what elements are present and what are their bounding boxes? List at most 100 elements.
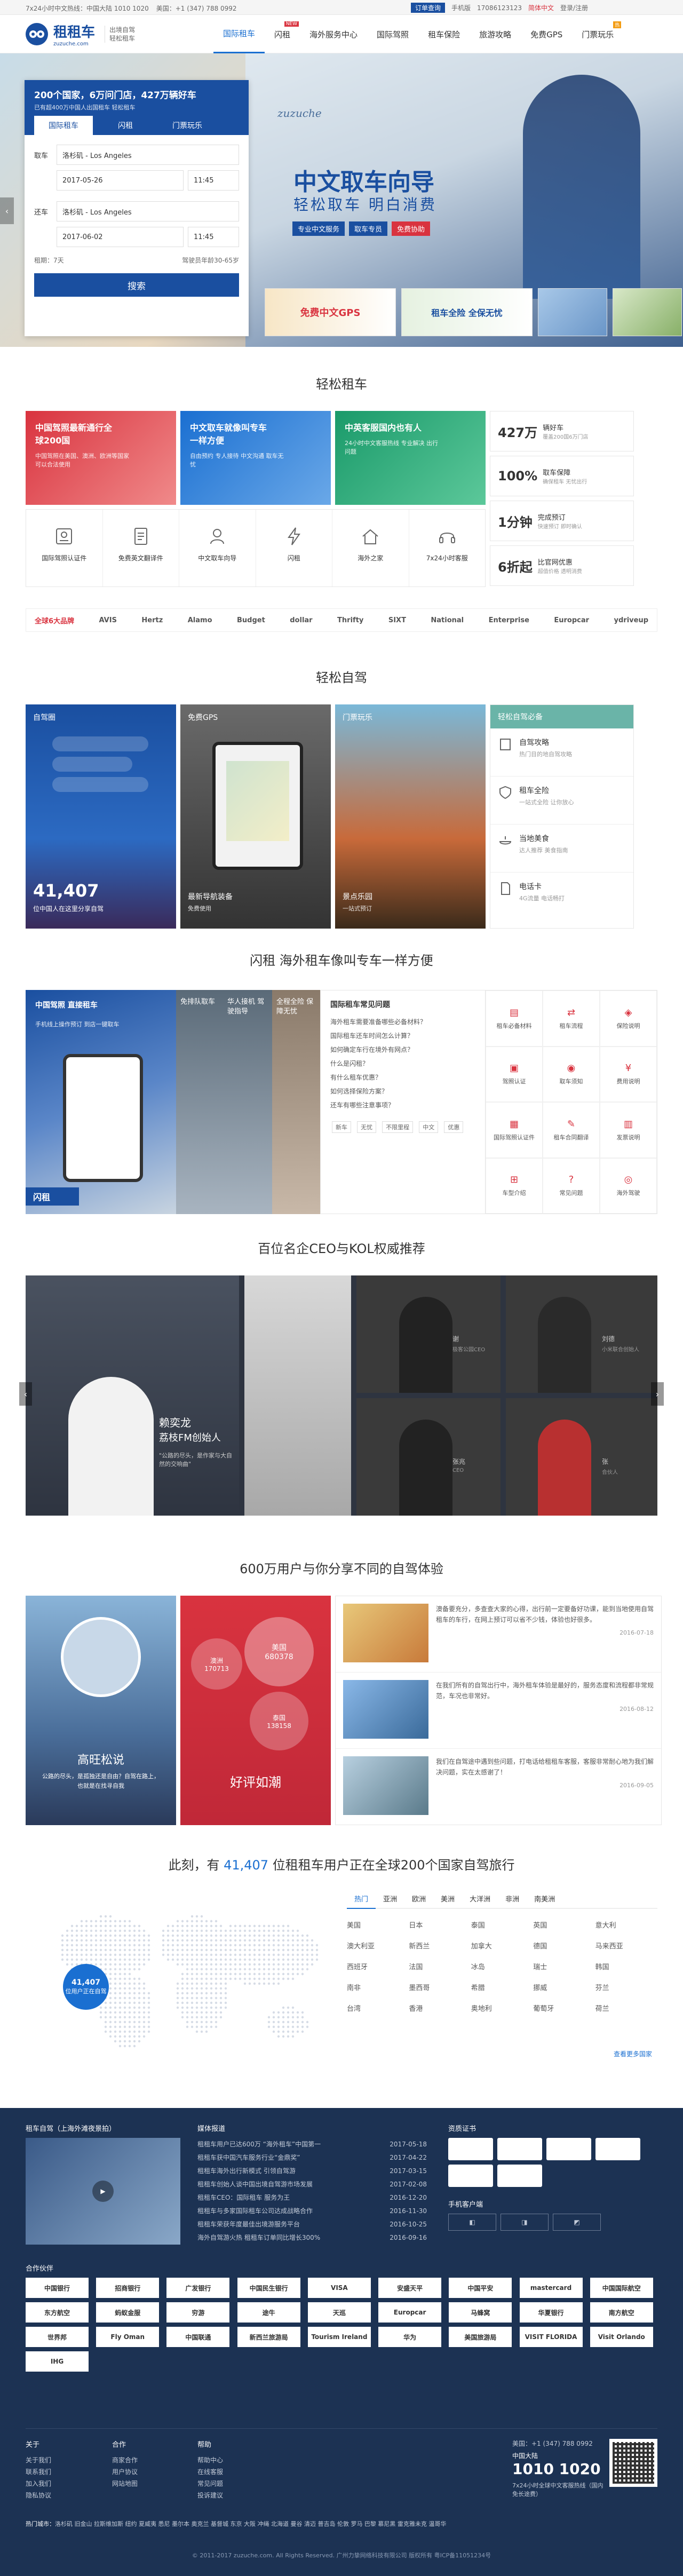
partner-logo[interactable]: Europcar <box>378 2302 442 2323</box>
return-location-input[interactable]: 洛杉矶 - Los Angeles <box>57 201 239 221</box>
country-link[interactable]: 台湾 <box>347 2003 409 2013</box>
grid-intl-license[interactable]: ▦ 国际驾照认证件 <box>486 1102 543 1158</box>
tab-america[interactable]: 美洲 <box>433 1889 462 1908</box>
feature-pickup-guide[interactable]: 中文取车向导 <box>179 510 256 586</box>
partner-logo[interactable]: VISA <box>307 2278 371 2298</box>
media-item[interactable]: 租租车获中国汽车服务行业“金鼎奖” 2017-04-22 <box>197 2151 427 2165</box>
footer-link[interactable]: 投诉建议 <box>197 2490 223 2501</box>
essential-insurance[interactable]: 租车全险 一站式全险 让你放心 <box>490 776 633 825</box>
partner-logo[interactable]: 途牛 <box>237 2302 300 2323</box>
android-download-icon[interactable]: ◨ <box>501 2214 549 2231</box>
country-link[interactable]: 新西兰 <box>409 1940 471 1951</box>
grid-overseas-driving[interactable]: ◎ 海外驾驶 <box>600 1158 657 1214</box>
cert-badge[interactable] <box>448 2138 493 2160</box>
faq-tag[interactable]: 无忧 <box>357 1121 377 1133</box>
country-link[interactable]: 意大利 <box>595 1920 657 1930</box>
country-link[interactable]: 挪威 <box>533 1982 595 1992</box>
tab-south-america[interactable]: 南美洲 <box>527 1889 562 1908</box>
country-link[interactable]: 韩国 <box>595 1961 657 1971</box>
country-link[interactable]: 日本 <box>409 1920 471 1930</box>
promo-gps-banner[interactable]: 免费中文GPS <box>265 288 396 336</box>
partner-logo[interactable]: IHG <box>26 2351 89 2372</box>
card-free-gps[interactable]: 免费GPS 最新导航装备 免费使用 <box>180 704 331 929</box>
footer-link[interactable]: 在线客服 <box>197 2466 223 2478</box>
essential-sim[interactable]: 电话卡 4G流量 电话畅打 <box>490 873 633 921</box>
partner-logo[interactable]: 招商银行 <box>96 2278 160 2298</box>
return-date-input[interactable]: 2017-06-02 <box>57 227 184 247</box>
country-link[interactable]: 冰岛 <box>471 1961 533 1971</box>
faq-tag[interactable]: 中文 <box>419 1121 439 1133</box>
footer-link[interactable]: 常见问题 <box>197 2478 223 2490</box>
media-item[interactable]: 租租车与多家国际租车公司达成战略合作 2016-11-30 <box>197 2205 427 2218</box>
faq-item[interactable]: 海外租车需要准备哪些必备材料？ <box>330 1015 475 1029</box>
partner-logo[interactable]: 蚂蚁金服 <box>96 2302 160 2323</box>
hero-prev-arrow-icon[interactable]: ‹ <box>0 197 14 224</box>
essential-guide[interactable]: 自驾攻略 热门目的地自驾攻略 <box>490 728 633 776</box>
media-item[interactable]: 租租车海外出行新模式 引领自驾游 2017-03-15 <box>197 2165 427 2178</box>
cert-badge[interactable] <box>497 2138 542 2160</box>
tab-flash-rent[interactable]: 闪租 <box>96 116 155 135</box>
country-link[interactable]: 英国 <box>533 1920 595 1930</box>
faq-tag[interactable]: 新车 <box>332 1121 351 1133</box>
faq-tag[interactable]: 优惠 <box>444 1121 464 1133</box>
grid-contract[interactable]: ✎ 租车合同翻译 <box>543 1102 600 1158</box>
grid-insurance[interactable]: ◈ 保险说明 <box>600 990 657 1047</box>
footer-link[interactable]: 帮助中心 <box>197 2454 223 2466</box>
nav-item-intl-rental[interactable]: 国际租车 <box>213 15 265 53</box>
search-button[interactable]: 搜索 <box>34 273 239 297</box>
carousel-next-icon[interactable]: › <box>651 1382 664 1406</box>
partner-logo[interactable]: 南方航空 <box>590 2302 653 2323</box>
nav-item-license[interactable]: 国际驾照 <box>367 15 418 53</box>
country-link[interactable]: 香港 <box>409 2003 471 2013</box>
card-tickets[interactable]: 门票玩乐 景点乐园 一站式预订 <box>335 704 486 929</box>
order-query-button[interactable]: 订单查询 <box>411 3 446 13</box>
carousel-prev-icon[interactable]: ‹ <box>19 1382 32 1406</box>
faq-tag[interactable]: 不限里程 <box>382 1121 414 1133</box>
feature-overseas-home[interactable]: 海外之家 <box>332 510 409 586</box>
faq-item[interactable]: 如何选择保险方案？ <box>330 1084 475 1098</box>
media-item[interactable]: 租租车创始人谈中国出境自驾游市场发展 2017-02-08 <box>197 2178 427 2191</box>
pickup-location-input[interactable]: 洛杉矶 - Los Angeles <box>57 145 239 165</box>
faq-item[interactable]: 如何确定车行在境外有网点？ <box>330 1043 475 1057</box>
country-link[interactable]: 葡萄牙 <box>533 2003 595 2013</box>
footer-link[interactable]: 联系我们 <box>26 2466 51 2478</box>
footer-link[interactable]: 网站地图 <box>112 2478 138 2490</box>
pickup-time-select[interactable]: 11:45 <box>188 170 239 191</box>
partner-logo[interactable]: 东方航空 <box>26 2302 89 2323</box>
media-item[interactable]: 海外自驾游火热 租租车订单同比增长300% 2016-09-16 <box>197 2231 427 2245</box>
feature-flash[interactable]: 闪租 <box>256 510 332 586</box>
mobile-app-link[interactable]: 手机版 <box>451 3 471 12</box>
partner-logo[interactable]: 中国平安 <box>449 2278 512 2298</box>
partner-logo[interactable]: 天巡 <box>307 2302 371 2323</box>
country-link[interactable]: 德国 <box>533 1940 595 1951</box>
essential-food[interactable]: 当地美食 达人推荐 美食指南 <box>490 825 633 873</box>
country-link[interactable]: 芬兰 <box>595 1982 657 1992</box>
partner-logo[interactable]: 中国国际航空 <box>590 2278 653 2298</box>
grid-materials[interactable]: ▤ 租车必备材料 <box>486 990 543 1047</box>
partner-logo[interactable]: 中国民生银行 <box>237 2278 300 2298</box>
country-link[interactable]: 加拿大 <box>471 1940 533 1951</box>
country-link[interactable]: 西班牙 <box>347 1961 409 1971</box>
grid-faq[interactable]: ? 常见问题 <box>543 1158 600 1214</box>
review-card-stats[interactable]: 澳洲 170713 美国 680378 泰国 138158 好评如潮 <box>180 1596 331 1825</box>
tab-asia[interactable]: 亚洲 <box>376 1889 404 1908</box>
nav-item-service-center[interactable]: 海外服务中心 <box>300 15 367 53</box>
country-link[interactable]: 瑞士 <box>533 1961 595 1971</box>
feature-license-cert[interactable]: 国际驾照认证件 <box>26 510 103 586</box>
cert-badge[interactable] <box>546 2138 591 2160</box>
tab-europe[interactable]: 欧洲 <box>404 1889 433 1908</box>
footer-link[interactable]: 隐私协议 <box>26 2490 51 2501</box>
nav-item-tickets[interactable]: 门票玩乐热 <box>572 15 623 53</box>
faq-item[interactable]: 还车有哪些注意事项？ <box>330 1098 475 1112</box>
card-driving-circle[interactable]: 自驾圈 41,407 位中国人在这里分享自驾 <box>26 704 176 929</box>
country-link[interactable]: 泰国 <box>471 1920 533 1930</box>
feature-card-pickup-guide[interactable]: 中文取车就像叫专车一样方便 自由预约 专人接待 中文沟通 取车无忧 <box>180 411 331 505</box>
promo-banner-3[interactable] <box>538 288 607 336</box>
more-countries-link[interactable]: 查看更多国家 <box>614 2049 652 2058</box>
partner-logo[interactable]: 中国联通 <box>166 2327 230 2347</box>
country-link[interactable]: 奥地利 <box>471 2003 533 2013</box>
partner-logo[interactable]: 马蜂窝 <box>449 2302 512 2323</box>
tab-oceania[interactable]: 大洋洲 <box>462 1889 498 1908</box>
media-item[interactable]: 租租车荣获年度最佳出境游服务平台 2016-10-25 <box>197 2218 427 2231</box>
flash-rent-card[interactable]: 中国驾照 直接租车 手机线上操作预订 到店一键取车 闪租 <box>26 990 176 1214</box>
